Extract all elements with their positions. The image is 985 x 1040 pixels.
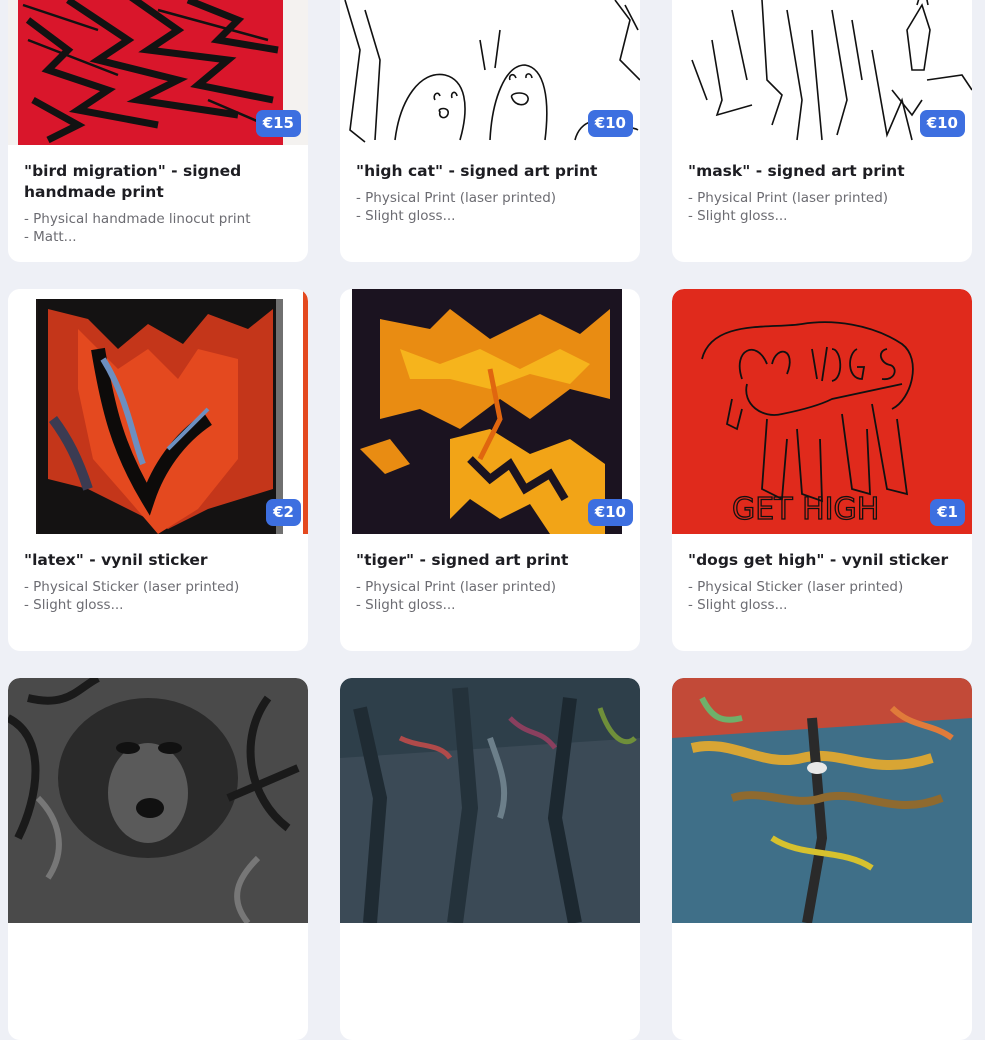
product-card[interactable] [8,678,308,1040]
product-card[interactable]: €10 "mask" - signed art print - Physical… [672,0,972,262]
price-badge: €10 [919,110,965,137]
product-image[interactable]: €10 [672,0,972,145]
product-image[interactable] [340,678,640,923]
product-title[interactable]: "mask" - signed art print [688,161,956,182]
tiger-artwork [340,289,640,534]
product-description-line-2: - Slight gloss... [356,208,456,224]
dogs-artwork-text: GET HIGH [732,492,879,527]
product-card[interactable] [672,678,972,1040]
product-card[interactable]: €2 "latex" - vynil sticker - Physical St… [8,289,308,651]
forest-painting-artwork [340,678,640,923]
product-image[interactable]: GET HIGH €1 [672,289,972,534]
price-badge: €15 [255,110,301,137]
product-title[interactable]: "dogs get high" - vynil sticker [688,550,956,571]
price-badge: €2 [266,499,301,526]
product-card[interactable]: €10 "high cat" - signed art print - Phys… [340,0,640,262]
product-grid: €15 "bird migration" - signed handmade p… [8,0,972,1040]
grayscale-animal-artwork [8,678,308,923]
product-image[interactable]: €2 [8,289,308,534]
product-title[interactable]: "latex" - vynil sticker [24,550,292,571]
product-description-line-1: - Physical Sticker (laser printed) [24,579,240,595]
product-title[interactable]: "tiger" - signed art print [356,550,624,571]
product-description-line-1: - Physical handmade linocut print [24,211,251,227]
price-badge: €1 [930,499,965,526]
product-image[interactable]: €10 [340,289,640,534]
product-image[interactable]: €15 [8,0,308,145]
dogs-get-high-artwork: GET HIGH [672,289,972,534]
product-card[interactable]: €15 "bird migration" - signed handmade p… [8,0,308,262]
product-title[interactable]: "bird migration" - signed handmade print [24,161,292,203]
product-description-line-2: - Slight gloss... [688,208,788,224]
product-title[interactable]: "high cat" - signed art print [356,161,624,182]
product-image[interactable]: €10 [340,0,640,145]
product-description-line-1: - Physical Print (laser printed) [356,579,557,595]
latex-artwork [8,289,308,534]
product-card[interactable]: GET HIGH €1 "dogs get high" - vynil stic… [672,289,972,651]
product-card[interactable]: €10 "tiger" - signed art print - Physica… [340,289,640,651]
product-description-line-1: - Physical Print (laser printed) [356,190,557,206]
product-description-line-2: - Slight gloss... [688,597,788,613]
product-description-line-2: - Slight gloss... [24,597,124,613]
product-image[interactable] [672,678,972,923]
colorful-painting-artwork [672,678,972,923]
product-card[interactable] [340,678,640,1040]
product-description-line-2: - Slight gloss... [356,597,456,613]
product-image[interactable] [8,678,308,923]
product-description-line-1: - Physical Sticker (laser printed) [688,579,904,595]
price-badge: €10 [587,499,633,526]
product-description-line-1: - Physical Print (laser printed) [688,190,889,206]
price-badge: €10 [587,110,633,137]
product-description-line-2: - Matt... [24,229,77,245]
